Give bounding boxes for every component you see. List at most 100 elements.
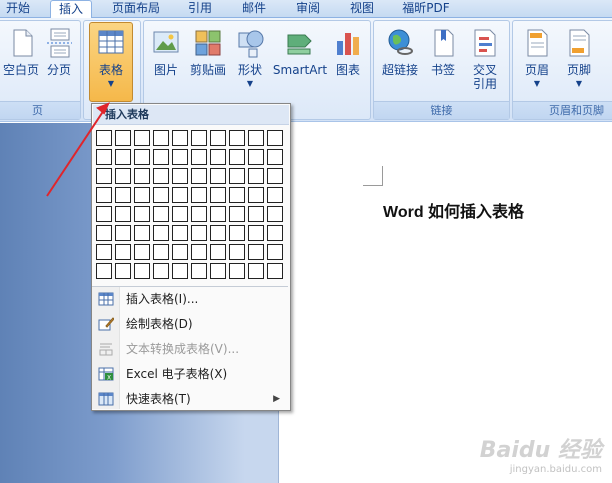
table-grid-cell[interactable] xyxy=(229,130,245,146)
table-grid-cell[interactable] xyxy=(172,187,188,203)
table-grid-cell[interactable] xyxy=(153,225,169,241)
table-grid-cell[interactable] xyxy=(267,130,283,146)
table-grid-cell[interactable] xyxy=(153,168,169,184)
table-grid-cell[interactable] xyxy=(191,206,207,222)
table-grid-cell[interactable] xyxy=(248,263,264,279)
table-grid-cell[interactable] xyxy=(248,206,264,222)
table-grid-cell[interactable] xyxy=(172,149,188,165)
table-grid-cell[interactable] xyxy=(134,130,150,146)
table-grid-cell[interactable] xyxy=(267,206,283,222)
tab-foxit-pdf[interactable]: 福昕PDF xyxy=(396,0,456,18)
tab-home[interactable]: 开始 xyxy=(0,0,36,18)
tab-insert[interactable]: 插入 xyxy=(50,0,92,19)
table-grid-cell[interactable] xyxy=(172,244,188,260)
table-grid-cell[interactable] xyxy=(267,263,283,279)
table-grid-cell[interactable] xyxy=(96,206,112,222)
table-grid-cell[interactable] xyxy=(267,225,283,241)
header-button[interactable]: 页眉 ▼ xyxy=(515,23,559,99)
table-grid-cell[interactable] xyxy=(248,244,264,260)
document-page[interactable] xyxy=(278,123,612,483)
menu-item-draw-table[interactable]: 绘制表格(D) xyxy=(92,312,288,337)
table-grid-cell[interactable] xyxy=(153,263,169,279)
footer-button[interactable]: 页脚 ▼ xyxy=(557,23,601,99)
table-grid-cell[interactable] xyxy=(96,130,112,146)
table-grid-cell[interactable] xyxy=(134,244,150,260)
menu-item-quick-tables[interactable]: 快速表格(T) ▶ xyxy=(92,387,288,412)
table-grid-cell[interactable] xyxy=(115,206,131,222)
table-grid-cell[interactable] xyxy=(115,225,131,241)
table-grid-cell[interactable] xyxy=(153,244,169,260)
table-grid-cell[interactable] xyxy=(134,149,150,165)
table-grid-cell[interactable] xyxy=(191,168,207,184)
table-grid-cell[interactable] xyxy=(153,130,169,146)
menu-item-insert-table[interactable]: 插入表格(I)... xyxy=(92,287,288,312)
table-button[interactable]: 表格 ▼ xyxy=(89,22,133,102)
table-grid-cell[interactable] xyxy=(134,168,150,184)
table-grid-cell[interactable] xyxy=(210,206,226,222)
table-grid-cell[interactable] xyxy=(96,187,112,203)
shapes-button[interactable]: 形状 ▼ xyxy=(228,23,272,99)
table-grid-cell[interactable] xyxy=(210,187,226,203)
table-grid-cell[interactable] xyxy=(248,149,264,165)
table-grid-cell[interactable] xyxy=(172,225,188,241)
table-grid-cell[interactable] xyxy=(172,168,188,184)
picture-button[interactable]: 图片 xyxy=(144,23,188,99)
cross-reference-button[interactable]: 交叉 引用 xyxy=(463,23,507,99)
tab-mailings[interactable]: 邮件 xyxy=(234,0,274,18)
table-grid-cell[interactable] xyxy=(115,149,131,165)
tab-page-layout[interactable]: 页面布局 xyxy=(106,0,166,18)
tab-view[interactable]: 视图 xyxy=(342,0,382,18)
table-grid-cell[interactable] xyxy=(191,244,207,260)
table-grid-cell[interactable] xyxy=(172,130,188,146)
table-grid-cell[interactable] xyxy=(267,187,283,203)
table-grid-cell[interactable] xyxy=(115,130,131,146)
table-grid-cell[interactable] xyxy=(172,206,188,222)
table-grid-cell[interactable] xyxy=(96,168,112,184)
table-grid-cell[interactable] xyxy=(153,187,169,203)
chart-button[interactable]: 图表 xyxy=(326,23,370,99)
table-grid-cell[interactable] xyxy=(191,187,207,203)
menu-item-excel-spreadsheet[interactable]: X Excel 电子表格(X) xyxy=(92,362,288,387)
table-grid-cell[interactable] xyxy=(248,168,264,184)
table-grid-cell[interactable] xyxy=(248,225,264,241)
table-grid-cell[interactable] xyxy=(191,225,207,241)
table-grid-cell[interactable] xyxy=(115,187,131,203)
table-grid-cell[interactable] xyxy=(248,187,264,203)
table-grid-cell[interactable] xyxy=(191,130,207,146)
table-grid-cell[interactable] xyxy=(267,168,283,184)
table-grid-cell[interactable] xyxy=(191,263,207,279)
document-text[interactable]: Word 如何插入表格 xyxy=(383,198,524,222)
table-grid-cell[interactable] xyxy=(153,206,169,222)
table-grid-cell[interactable] xyxy=(134,263,150,279)
tab-review[interactable]: 审阅 xyxy=(288,0,328,18)
table-grid-cell[interactable] xyxy=(191,149,207,165)
table-grid-cell[interactable] xyxy=(267,149,283,165)
table-grid-cell[interactable] xyxy=(229,149,245,165)
table-grid-cell[interactable] xyxy=(229,168,245,184)
table-grid-cell[interactable] xyxy=(210,225,226,241)
table-grid-cell[interactable] xyxy=(153,149,169,165)
table-grid-cell[interactable] xyxy=(229,263,245,279)
table-grid-cell[interactable] xyxy=(96,244,112,260)
table-grid-cell[interactable] xyxy=(229,244,245,260)
clip-art-button[interactable]: 剪贴画 xyxy=(186,23,230,99)
table-grid-cell[interactable] xyxy=(115,244,131,260)
table-grid-cell[interactable] xyxy=(96,149,112,165)
table-grid-cell[interactable] xyxy=(134,225,150,241)
table-grid-cell[interactable] xyxy=(229,225,245,241)
table-grid-cell[interactable] xyxy=(229,187,245,203)
table-grid-cell[interactable] xyxy=(267,244,283,260)
table-grid-cell[interactable] xyxy=(96,225,112,241)
table-grid-cell[interactable] xyxy=(134,187,150,203)
table-grid-cell[interactable] xyxy=(134,206,150,222)
table-grid-cell[interactable] xyxy=(210,130,226,146)
page-break-button[interactable]: 分页 xyxy=(37,23,81,99)
table-grid-cell[interactable] xyxy=(115,168,131,184)
table-grid-cell[interactable] xyxy=(210,244,226,260)
table-grid-cell[interactable] xyxy=(210,263,226,279)
tab-references[interactable]: 引用 xyxy=(180,0,220,18)
table-grid-cell[interactable] xyxy=(248,130,264,146)
hyperlink-button[interactable]: 超链接 xyxy=(378,23,422,99)
table-grid-cell[interactable] xyxy=(229,206,245,222)
table-grid-cell[interactable] xyxy=(172,263,188,279)
